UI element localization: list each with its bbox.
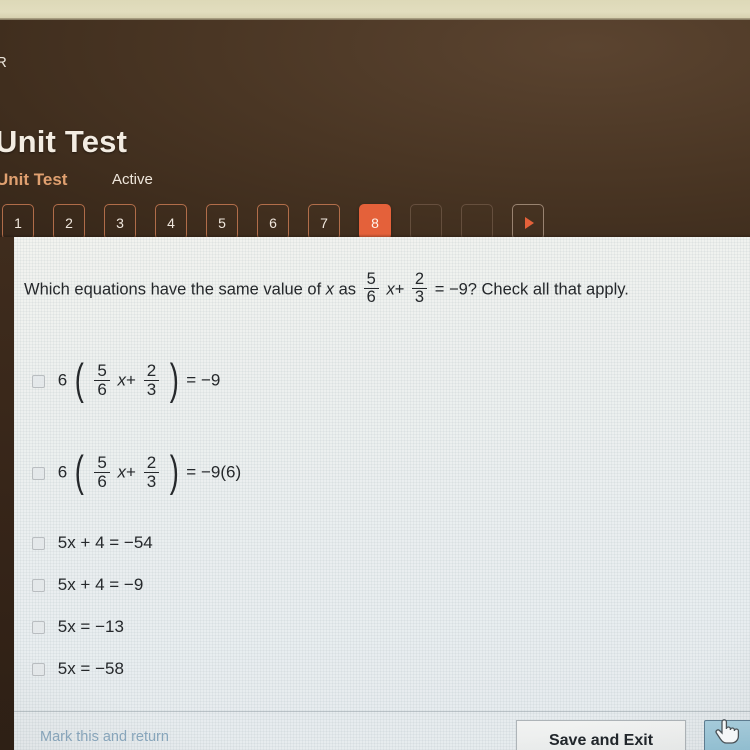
prompt-as: as (338, 280, 357, 299)
prompt-fraction-five-sixths: 5 6 (363, 270, 379, 306)
option-1-coefficient: 6 (57, 370, 68, 390)
fraction-numerator: 5 (97, 361, 107, 380)
breadcrumb[interactable]: R (0, 54, 7, 71)
fraction-numerator: 2 (146, 453, 157, 472)
status-badge: Active (112, 171, 153, 188)
option-1-fraction-five-sixths: 5 6 (94, 361, 110, 399)
assignment-meta-row: Unit Test Active (0, 170, 516, 194)
checkbox-option-5[interactable] (32, 621, 45, 635)
fraction-denominator: 3 (411, 288, 428, 306)
prompt-right-hand-side: −9 (448, 280, 468, 299)
option-2-coefficient: 6 (57, 462, 68, 482)
option-2-plus: + (126, 462, 136, 482)
checkbox-option-4[interactable] (32, 579, 45, 593)
assignment-type-label: Unit Test (0, 170, 68, 189)
prompt-tail: ? Check all that apply. (467, 280, 629, 299)
fraction-numerator: 2 (146, 361, 157, 380)
checkbox-option-3[interactable] (32, 537, 45, 551)
prompt-variable: x (325, 280, 335, 299)
question-content-area: Which equations have the same value of x… (14, 237, 750, 750)
pagination-next-button[interactable] (512, 204, 544, 240)
mark-this-and-return-link[interactable]: Mark this and return (40, 729, 169, 745)
prompt-plus: + (394, 280, 405, 299)
prompt-term-variable: x (386, 280, 395, 299)
fraction-denominator: 6 (94, 471, 110, 491)
option-6-equation: 5x = −58 (57, 659, 124, 678)
option-1-plus: + (126, 370, 136, 390)
answer-option-4[interactable]: 5x + 4 = −9 (32, 575, 143, 595)
pagination-item-8-current[interactable]: 8 (359, 204, 391, 240)
fraction-denominator: 6 (363, 288, 379, 306)
fraction-denominator: 3 (143, 471, 160, 491)
answer-option-6[interactable]: 5x = −58 (32, 659, 124, 679)
option-2-right-hand-side: −9(6) (200, 462, 242, 482)
checkbox-option-1[interactable] (32, 374, 45, 388)
option-1-variable: x (117, 370, 127, 390)
prompt-equals: = (434, 280, 445, 299)
app-header: R Unit Test Unit Test Active 1 2 3 4 5 6… (0, 20, 750, 240)
fraction-denominator: 3 (143, 379, 160, 399)
option-1-fraction-two-thirds: 2 3 (143, 361, 160, 399)
pagination-item-5[interactable]: 5 (206, 204, 238, 240)
pagination-item-10-locked (461, 204, 493, 240)
fraction-numerator: 5 (97, 453, 107, 472)
option-3-equation: 5x + 4 = −54 (57, 533, 153, 552)
pagination-item-9-locked (410, 204, 442, 240)
left-paren-icon: ( (74, 355, 84, 405)
mouse-cursor-hand-icon (715, 719, 740, 744)
page-title: Unit Test (0, 124, 128, 159)
answer-option-1[interactable]: 6 ( 5 6 x+ 2 3 ) = −9 (32, 355, 221, 405)
right-paren-icon: ) (169, 355, 179, 405)
checkbox-option-2[interactable] (32, 466, 45, 480)
left-paren-icon: ( (74, 447, 84, 497)
answer-option-3[interactable]: 5x + 4 = −54 (32, 533, 153, 553)
answer-option-2[interactable]: 6 ( 5 6 x+ 2 3 ) = −9(6) (32, 447, 242, 497)
pagination-item-6[interactable]: 6 (257, 204, 289, 240)
fraction-denominator: 6 (94, 379, 110, 399)
checkbox-option-6[interactable] (32, 663, 45, 677)
save-and-exit-button[interactable]: Save and Exit (516, 720, 686, 750)
pagination-item-3[interactable]: 3 (104, 204, 136, 240)
fraction-numerator: 5 (366, 270, 376, 288)
answer-option-5[interactable]: 5x = −13 (32, 617, 124, 637)
fraction-numerator: 2 (414, 270, 425, 288)
question-prompt: Which equations have the same value of x… (24, 270, 730, 307)
prompt-lead: Which equations have the same value of (24, 280, 322, 299)
play-triangle-icon (525, 217, 534, 229)
footer-divider (14, 711, 750, 712)
pagination-item-2[interactable]: 2 (53, 204, 85, 240)
option-2-fraction-two-thirds: 2 3 (143, 453, 160, 491)
monitor-bezel-top (0, 0, 750, 22)
option-4-equation: 5x + 4 = −9 (57, 575, 144, 594)
option-1-right-hand-side: −9 (200, 370, 221, 390)
option-2-variable: x (117, 462, 127, 482)
option-1-equals: = (186, 370, 197, 390)
pagination-item-1[interactable]: 1 (2, 204, 34, 240)
option-2-equals: = (186, 462, 197, 482)
pagination-item-4[interactable]: 4 (155, 204, 187, 240)
prompt-fraction-two-thirds: 2 3 (411, 270, 428, 306)
right-paren-icon: ) (169, 447, 179, 497)
option-2-fraction-five-sixths: 5 6 (94, 453, 110, 491)
screenshot-root: R Unit Test Unit Test Active 1 2 3 4 5 6… (0, 0, 750, 750)
pagination-item-7[interactable]: 7 (308, 204, 340, 240)
option-5-equation: 5x = −13 (57, 617, 124, 636)
monitor-bezel-left (0, 237, 14, 750)
